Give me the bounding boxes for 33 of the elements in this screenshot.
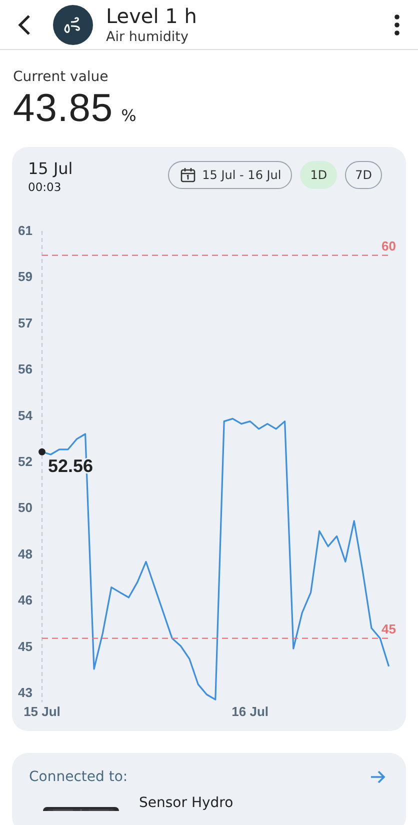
axis-tick-label: 52	[18, 454, 32, 469]
unit-label: %	[121, 106, 136, 125]
date-range-button[interactable]: 15 Jul - 16 Jul	[168, 161, 292, 189]
back-button[interactable]	[17, 14, 31, 36]
selected-time: 00:03	[28, 180, 62, 194]
axis-tick-label: 48	[18, 546, 32, 562]
axis-tick-label: 15 Jul	[24, 704, 60, 720]
page-title: Level 1 h	[106, 4, 198, 28]
axis-tick-label: 45	[18, 638, 32, 654]
axis-tick-label: 50	[18, 500, 32, 516]
calendar-icon	[180, 167, 196, 183]
axis-tick-label: 54	[18, 408, 32, 423]
arrow-icon[interactable]	[370, 770, 386, 784]
axis-tick-label: 59	[18, 269, 32, 284]
connected-label: Connected to:	[29, 769, 128, 785]
device-name: Sensor Hydro	[139, 795, 234, 811]
threshold-label: 45	[382, 621, 396, 636]
current-value: 43.85	[13, 87, 114, 131]
period-tab[interactable]: 1D	[300, 161, 338, 189]
menu-icon[interactable]	[394, 14, 400, 36]
axis-tick-label: 43	[18, 685, 32, 700]
selected-date: 15 Jul	[28, 159, 73, 178]
axis-tick-label: 46	[18, 592, 32, 608]
axis-tick-label: 61	[18, 223, 32, 238]
period-tab[interactable]: 7D	[345, 161, 382, 189]
current-value-label: Current value	[13, 69, 110, 85]
threshold-label: 60	[382, 238, 396, 254]
axis-tick-label: 56	[18, 362, 32, 377]
cursor-dot	[38, 448, 46, 456]
page-subtitle: Air humidity	[106, 28, 190, 46]
axis-tick-label: 57	[18, 315, 32, 330]
humidity-icon	[53, 4, 93, 44]
axis-tick-label: 16 Jul	[232, 704, 268, 720]
